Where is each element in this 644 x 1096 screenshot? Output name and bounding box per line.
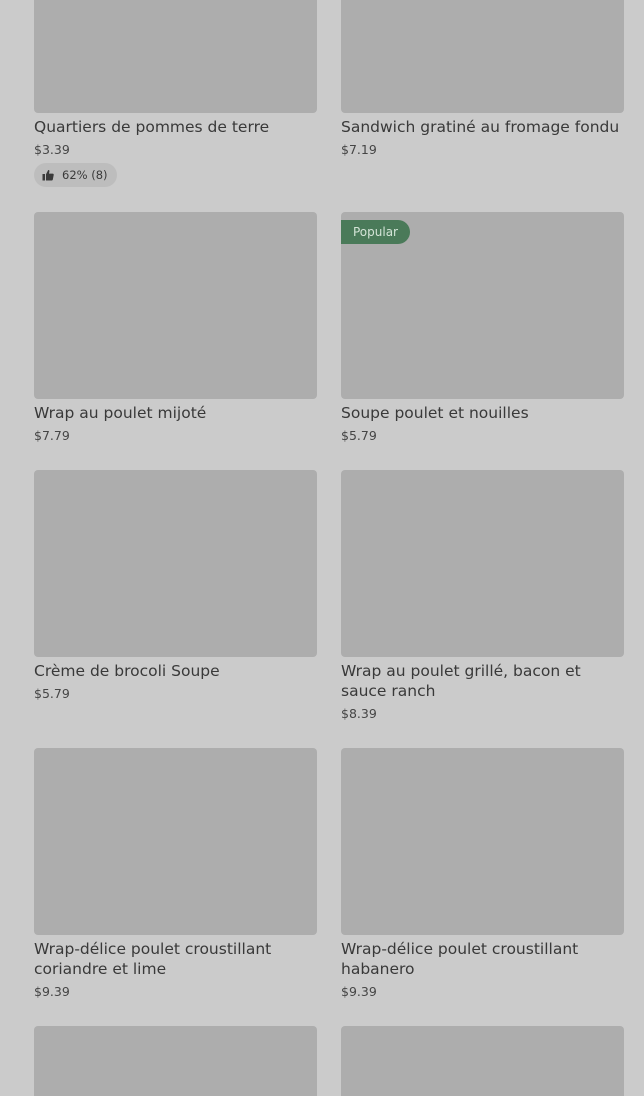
item-name: Wrap au poulet grillé, bacon et sauce ra… [341,662,581,700]
thumbs-up-icon [42,169,54,181]
item-price: $9.39 [34,984,70,999]
item-image[interactable] [341,470,624,657]
item-price: $3.39 [34,142,70,157]
item-price: $5.79 [341,428,377,443]
item-name: Crème de brocoli Soupe [34,662,220,680]
item-name: Quartiers de pommes de terre [34,118,270,136]
item-price: $5.79 [34,686,70,701]
item-name: Wrap-délice poulet croustillant coriandr… [34,940,272,978]
item-name: Wrap-délice poulet croustillant habanero [341,940,579,978]
item-price: $7.19 [341,142,377,157]
rating-text: 62% (8) [62,168,108,182]
item-name: Wrap au poulet mijoté [34,404,207,422]
popular-badge: Popular [341,220,410,244]
item-name: Soupe poulet et nouilles [341,404,529,422]
item-image[interactable] [34,212,317,399]
item-price: $8.39 [341,706,377,721]
item-image[interactable] [341,748,624,935]
item-image[interactable] [34,1026,317,1096]
item-image[interactable] [34,748,317,935]
item-image[interactable] [341,1026,624,1096]
item-price: $7.79 [34,428,70,443]
item-price: $9.39 [341,984,377,999]
item-image[interactable] [34,470,317,657]
rating-badge: 62% (8) [34,163,117,187]
item-image[interactable] [341,0,624,113]
item-name: Sandwich gratiné au fromage fondu [341,118,620,136]
item-image[interactable] [34,0,317,113]
